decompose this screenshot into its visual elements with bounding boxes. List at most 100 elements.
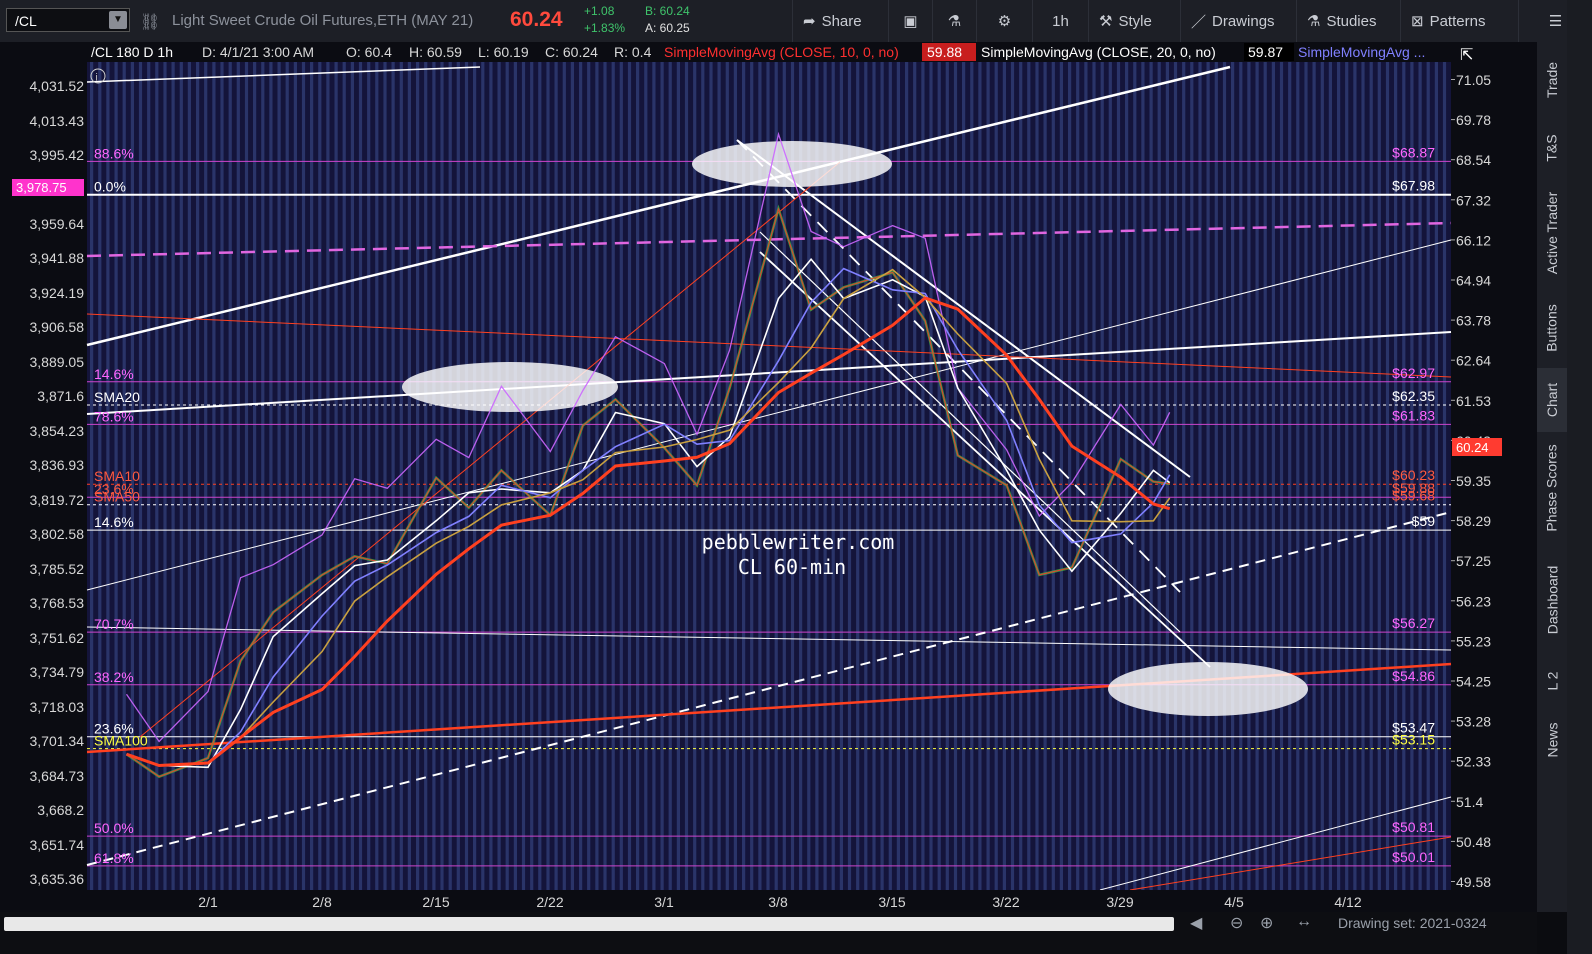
watermark-line-2: CL 60-min [738,555,846,579]
session-stripe [1345,42,1349,890]
session-stripe [1076,42,1080,890]
right-axis-label: 54.25 [1456,674,1491,690]
drawings-button[interactable]: ／ Drawings [1180,0,1296,42]
link-icon[interactable]: ⛓ [140,12,160,32]
info-icon-glyph: i [96,73,98,84]
bar-open: O: 60.4 [346,44,392,60]
expand-icon[interactable]: ⇱ [1460,47,1473,64]
right-axis-label: 57.25 [1456,553,1491,569]
session-stripe [1133,42,1137,890]
symbol-value: /CL [15,13,37,29]
interval-button[interactable]: 1h [1032,0,1088,42]
patterns-button[interactable]: ⊠ Patterns [1400,0,1518,42]
session-stripe [1320,42,1324,890]
fib-level-label: 14.6% [94,514,134,530]
camera-icon: ▣ [903,13,918,30]
symbol-input[interactable]: /CL ▼ [6,8,130,32]
left-axis-label: 3,751.62 [30,630,85,646]
fib-price-label: $54.86 [1392,668,1435,684]
style-button[interactable]: ⚒ Style [1088,0,1180,42]
chevron-down-icon[interactable]: ▼ [109,11,127,29]
session-stripe [391,42,395,890]
fit-icon[interactable]: ↔ [1296,913,1312,931]
session-stripe [1043,42,1047,890]
session-stripe [505,42,509,890]
flask-button[interactable]: ⚗ [932,0,976,42]
zoom-out-icon[interactable]: ⊖ [1230,913,1243,933]
patterns-label: Patterns [1429,12,1486,30]
share-button[interactable]: ➦ Share [792,0,888,42]
session-stripe [253,42,257,890]
time-scrollbar[interactable] [4,917,1174,931]
side-tab-label: Active Trader [1544,191,1561,275]
fib-price-label: $53.15 [1392,732,1435,748]
session-stripe [334,42,338,890]
left-axis-label: 3,768.53 [30,595,85,611]
x-axis-label: 2/1 [198,894,218,910]
session-stripe [212,42,216,890]
session-stripe [530,42,534,890]
sma10-value: 59.88 [927,44,962,60]
side-tab-label: L 2 [1543,671,1560,691]
session-stripe [456,42,460,890]
side-tab-l-2[interactable]: L 2 [1537,656,1567,706]
right-axis-tick [1451,279,1455,281]
studies-button[interactable]: ⚗ Studies [1296,0,1400,42]
side-tab-phase-scores[interactable]: Phase Scores [1537,432,1567,544]
session-stripe [905,42,909,890]
session-stripe [440,42,444,890]
session-stripe [399,42,403,890]
session-stripe [244,42,249,890]
left-axis-label: 3,718.03 [30,699,85,715]
right-axis-label: 55.23 [1456,633,1491,649]
right-axis-label: 50.48 [1456,834,1491,850]
session-stripe [375,42,379,890]
session-stripe [513,42,517,890]
share-label: Share [821,12,862,30]
session-stripe [953,42,958,890]
right-axis-tick [1451,199,1455,201]
settings-button[interactable]: ⚙ [976,0,1032,42]
session-stripe [978,42,982,890]
side-tab-label: Dashboard [1544,565,1560,635]
fib-price-label: $50.01 [1392,849,1435,865]
left-axis-label: 3,889.05 [30,354,85,370]
side-tab-t-s[interactable]: T&S [1537,118,1567,178]
scroll-left-icon[interactable]: ◀ [1190,913,1202,933]
side-tab-chart[interactable]: Chart [1537,368,1567,432]
side-tab-label: News [1544,722,1561,758]
fib-level-label: 14.6% [94,366,134,382]
percent-change: +1.83% [584,21,626,35]
sma-more-label: SimpleMovingAvg ... [1298,44,1425,60]
price-chart[interactable]: pebblewriter.com CL 60-min 4,031.52 4,013… [0,42,1537,912]
session-stripe [1231,42,1235,890]
session-stripe [261,42,265,890]
session-stripe [1442,42,1447,890]
zoom-in-icon[interactable]: ⊕ [1260,913,1273,933]
session-stripe [1125,42,1129,890]
side-tab-buttons[interactable]: Buttons [1537,288,1567,368]
side-tab-dashboard[interactable]: Dashboard [1537,544,1567,656]
session-stripe [1010,42,1015,890]
session-stripe [1402,42,1406,890]
session-stripe [293,42,297,890]
right-axis-tick [1451,319,1455,321]
session-stripe [660,42,664,890]
right-axis-tick [1451,159,1455,161]
session-stripe [1369,42,1373,890]
right-axis: 71.05 69.78 68.54 67.32 66.12 64.94 63.78 62.64… [1451,72,1491,890]
session-stripe [994,42,998,890]
side-tab-trade[interactable]: Trade [1537,42,1567,118]
session-stripe [228,42,232,890]
session-stripe [1214,42,1218,890]
session-stripe [497,42,501,890]
session-stripe [171,42,175,890]
session-stripe [1027,42,1031,890]
session-stripe [318,42,322,890]
screenshot-button[interactable]: ▣ [888,0,932,42]
side-tab-news[interactable]: News [1537,706,1567,774]
session-stripe [90,42,94,890]
side-tab-active-trader[interactable]: Active Trader [1537,178,1567,288]
x-axis-label: 2/15 [422,894,449,910]
fib-price-label: $61.83 [1392,407,1435,423]
